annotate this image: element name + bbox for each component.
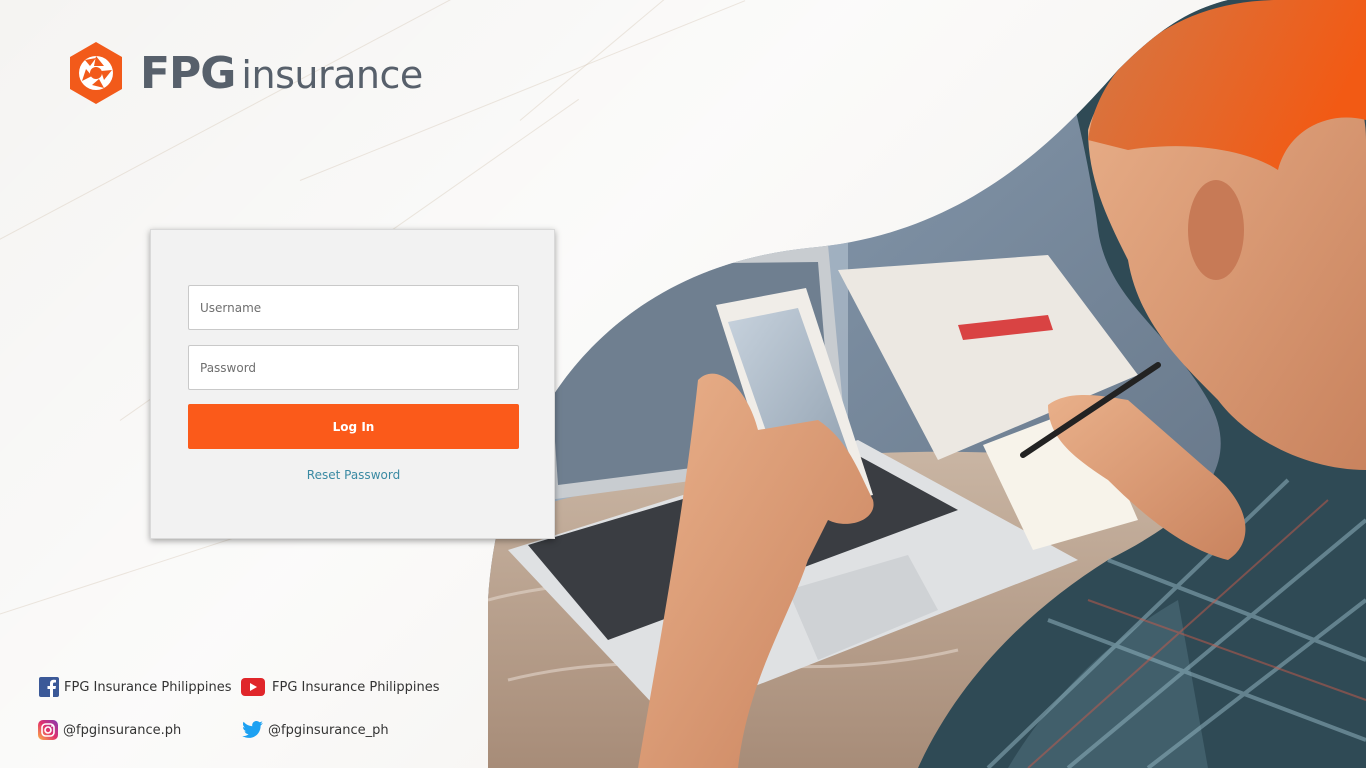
reset-password-link[interactable]: Reset Password bbox=[151, 468, 556, 482]
twitter-link[interactable]: @fpginsurance_ph bbox=[240, 719, 389, 741]
youtube-label: FPG Insurance Philippines bbox=[272, 679, 440, 695]
fpg-logo[interactable]: FPG insurance bbox=[68, 42, 423, 104]
marble-vein bbox=[0, 0, 508, 261]
youtube-link[interactable]: FPG Insurance Philippines bbox=[240, 676, 439, 698]
facebook-icon bbox=[39, 677, 59, 697]
youtube-icon bbox=[241, 678, 265, 696]
logo-fpg-text: FPG bbox=[140, 47, 236, 99]
password-input[interactable] bbox=[188, 345, 519, 390]
instagram-label: @fpginsurance.ph bbox=[63, 722, 182, 738]
facebook-link[interactable]: FPG Insurance Philippines bbox=[38, 676, 231, 698]
hero-image bbox=[488, 0, 1366, 768]
login-page: FPG insurance Log In Reset Password FPG … bbox=[0, 0, 1366, 768]
twitter-label: @fpginsurance_ph bbox=[268, 722, 389, 738]
instagram-icon bbox=[38, 720, 58, 740]
facebook-label: FPG Insurance Philippines bbox=[64, 679, 232, 695]
login-card: Log In Reset Password bbox=[150, 229, 555, 539]
twitter-icon bbox=[242, 721, 263, 738]
login-button[interactable]: Log In bbox=[188, 404, 519, 449]
instagram-link[interactable]: @fpginsurance.ph bbox=[37, 719, 181, 741]
logo-insurance-text: insurance bbox=[241, 52, 423, 97]
username-input[interactable] bbox=[188, 285, 519, 330]
fpg-shutter-icon bbox=[70, 42, 122, 104]
